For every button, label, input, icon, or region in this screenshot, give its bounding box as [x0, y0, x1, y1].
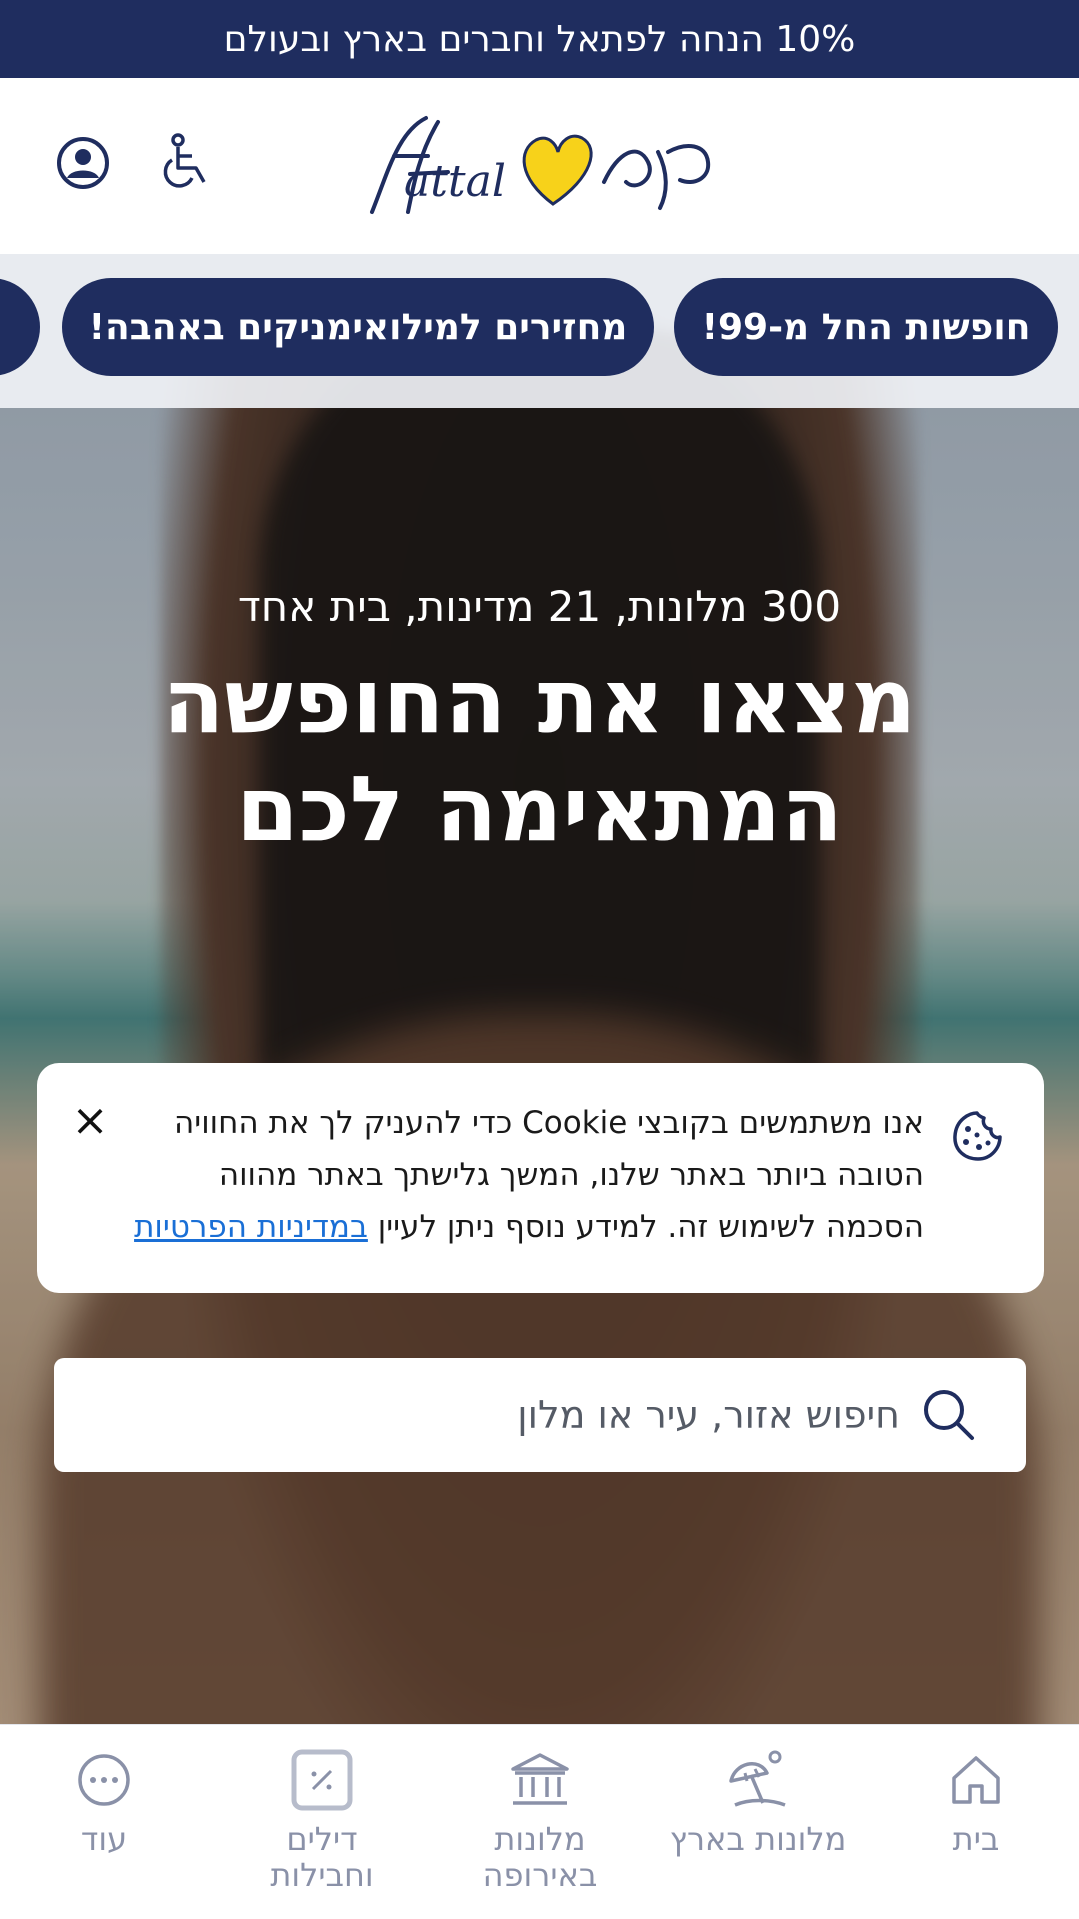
- search-icon: [924, 1390, 974, 1440]
- nav-europe-hotels[interactable]: מלונות באירופה: [440, 1745, 640, 1893]
- nav-label: בית: [952, 1820, 1000, 1858]
- promo-text: 10% הנחה לפתאל וחברים בארץ ובעולם: [223, 18, 856, 60]
- user-circle-icon: [57, 137, 109, 189]
- chip-partial[interactable]: [0, 278, 40, 376]
- privacy-policy-link[interactable]: במדיניות הפרטיות: [134, 1209, 368, 1245]
- cookie-consent-banner: × אנו משתמשים בקובצי Cookie כדי להעניק ל…: [37, 1063, 1044, 1293]
- nav-label: דילים וחבילות: [270, 1820, 374, 1894]
- brand-logo[interactable]: attal: [368, 112, 713, 222]
- cookie-text: אנו משתמשים בקובצי Cookie כדי להעניק לך …: [124, 1097, 924, 1253]
- nav-label: מלונות באירופה: [482, 1820, 598, 1894]
- site-header: attal: [0, 78, 1079, 254]
- accessibility-button[interactable]: [154, 132, 216, 194]
- hero-image: 300 מלונות, 21 מדינות, בית אחד מצאו את ה…: [0, 254, 1079, 1724]
- chip-label: מחזירים למילואימניקים באהבה!: [88, 306, 628, 348]
- wheelchair-icon: [163, 133, 206, 188]
- nav-home[interactable]: בית: [876, 1745, 1076, 1857]
- close-icon: ×: [71, 1094, 109, 1146]
- hero-title: מצאו את החופשה המתאימה לכם: [0, 648, 1079, 864]
- chip-holidays-from-99[interactable]: חופשות החל מ-99!: [674, 278, 1058, 376]
- bank-building-icon: [511, 1753, 569, 1805]
- nav-israel-hotels[interactable]: מלונות בארץ: [658, 1745, 858, 1857]
- close-button[interactable]: ×: [67, 1094, 113, 1146]
- chip-reservists[interactable]: מחזירים למילואימניקים באהבה!: [62, 278, 654, 376]
- home-icon: [952, 1756, 1000, 1804]
- percent-tag-icon: [291, 1749, 353, 1811]
- hero-title-line-2: המתאימה לכם: [236, 757, 843, 862]
- nav-label: מלונות בארץ: [669, 1820, 847, 1858]
- beach-umbrella-icon: [729, 1750, 786, 1807]
- promo-chips-carousel[interactable]: חופשות החל מ-99! מחזירים למילואימניקים ב…: [0, 254, 1079, 408]
- promo-banner[interactable]: 10% הנחה לפתאל וחברים בארץ ובעולם: [0, 0, 1079, 78]
- search-input[interactable]: חיפוש אזור, עיר או מלון: [54, 1358, 1026, 1472]
- account-button[interactable]: [52, 132, 114, 194]
- nav-deals[interactable]: דילים וחבילות: [222, 1745, 422, 1893]
- more-dots-icon: [78, 1754, 130, 1806]
- search-placeholder: חיפוש אזור, עיר או מלון: [517, 1393, 900, 1437]
- nav-more[interactable]: עוד: [4, 1745, 204, 1857]
- cookie-icon: [953, 1111, 1002, 1161]
- svg-text:attal: attal: [404, 156, 506, 207]
- hero-title-line-1: מצאו את החופשה: [162, 649, 917, 754]
- nav-label: עוד: [80, 1820, 128, 1858]
- chip-label: חופשות החל מ-99!: [701, 306, 1031, 348]
- bottom-navigation: בית מלונות בארץ מלונות באירופה דילים וחב…: [0, 1724, 1079, 1919]
- hero-subtitle: 300 מלונות, 21 מדינות, בית אחד: [237, 582, 842, 631]
